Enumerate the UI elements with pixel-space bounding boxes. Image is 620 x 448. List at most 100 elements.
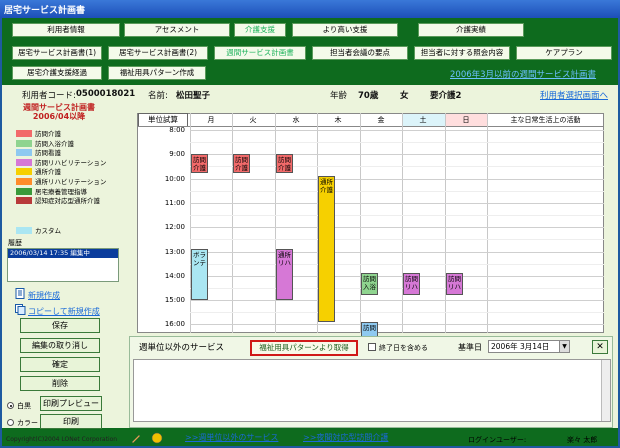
legend-label: カスタム — [35, 227, 61, 235]
tab-weekly-plan[interactable]: 週間サービス計画書 — [214, 46, 306, 60]
service-block[interactable]: 通所介護 — [318, 176, 335, 322]
user-age: 70歳 — [358, 91, 379, 101]
delete-button[interactable]: 削除 — [20, 376, 100, 391]
non-weekly-services-link[interactable]: >>週単位以外のサービス — [185, 432, 278, 443]
hour-label: 10:00 — [164, 175, 185, 183]
legend-label: 訪問リハビリテーション — [35, 158, 107, 167]
cancel-edit-button[interactable]: 編集の取り消し — [20, 338, 100, 353]
login-user-label: ログインユーザー: — [468, 436, 527, 444]
activities-header: 主な日常生活上の活動 — [510, 116, 581, 124]
legend-swatch — [16, 187, 32, 195]
tab-care-plan[interactable]: ケアプラン — [516, 46, 612, 60]
color-radio-label: カラー — [17, 419, 38, 427]
user-select-link[interactable]: 利用者選択画面へ — [540, 89, 608, 101]
help-icon — [151, 432, 163, 444]
hour-gridline — [190, 252, 604, 253]
base-date-select[interactable]: 2006年 3月14日 ▼ — [488, 340, 570, 353]
vertical-scrollbar[interactable] — [601, 360, 610, 421]
hour-label: 13:00 — [164, 248, 185, 256]
user-age-label: 年齢 — [330, 91, 348, 101]
hour-gridline — [190, 203, 604, 204]
base-date-label: 基準日 — [458, 343, 482, 352]
half-hour-gridline — [190, 191, 604, 192]
day-header: 火 — [249, 116, 257, 124]
half-hour-gridline — [190, 215, 604, 216]
legend-swatch — [16, 130, 32, 137]
user-code: 0500018021 — [76, 89, 136, 99]
include-end-date-label: 終了日を含める — [379, 344, 428, 352]
non-weekly-list[interactable] — [133, 359, 611, 422]
copy-new-plan-link[interactable]: コピーして新規作成 — [28, 306, 100, 317]
hour-gridline — [190, 154, 604, 155]
new-plan-link[interactable]: 新規作成 — [28, 290, 60, 301]
weekly-plan-title-line1: 週間サービス計画書 — [23, 103, 95, 112]
mono-radio[interactable] — [7, 402, 14, 409]
service-block[interactable]: 訪問リハ — [403, 273, 420, 295]
user-code-label: 利用者コード: — [22, 91, 76, 101]
color-radio[interactable] — [7, 419, 14, 426]
service-block[interactable]: 訪問入浴 — [361, 273, 378, 295]
service-block[interactable]: 通所リハ — [276, 249, 293, 300]
service-block[interactable]: 訪問介護 — [191, 154, 208, 173]
close-button[interactable]: ✕ — [592, 340, 608, 354]
day-header: 木 — [334, 116, 342, 124]
unit-calc-button[interactable]: 単位試算 — [138, 113, 188, 127]
tab-welfare-pattern[interactable]: 福祉用具パターン作成 — [108, 66, 206, 80]
tab-support-progress[interactable]: 居宅介護支援経過 — [12, 66, 102, 80]
hour-gridline — [190, 179, 604, 180]
service-block[interactable]: 訪問 — [361, 322, 378, 337]
day-header: 水 — [292, 116, 300, 124]
legend-swatch — [16, 197, 32, 205]
hour-label: 12:00 — [164, 223, 185, 231]
legend-item: カスタム — [16, 227, 61, 235]
tab-care-records[interactable]: 介護実績 — [418, 23, 524, 37]
non-weekly-title: 週単位以外のサービス — [139, 343, 225, 353]
history-list[interactable]: 2006/03/14 17:35 編集中 — [7, 248, 119, 282]
pencil-icon — [131, 434, 141, 444]
get-from-welfare-pattern-button[interactable]: 福祉用具パターンより取得 — [250, 340, 358, 356]
hour-gridline — [190, 276, 604, 277]
old-weekly-plan-link[interactable]: 2006年3月以前の週間サービス計画書 — [450, 68, 596, 80]
hour-gridline — [190, 300, 604, 301]
hour-label: 8:00 — [169, 126, 185, 134]
service-block[interactable]: 訪問介護 — [276, 154, 293, 173]
legend-label: 認知症対応型通所介護 — [35, 197, 100, 206]
service-block[interactable]: 訪問リハ — [446, 273, 463, 295]
include-end-date-checkbox[interactable] — [368, 343, 376, 351]
chevron-down-icon[interactable]: ▼ — [559, 341, 569, 352]
legend-swatch — [16, 227, 32, 234]
tab-home-plan-2[interactable]: 居宅サービス計画書(2) — [108, 46, 208, 60]
legend-swatch — [16, 168, 32, 176]
tab-higher-support[interactable]: より高い支援 — [292, 23, 398, 37]
legend-item: 通所リハビリテーション — [16, 178, 106, 186]
tab-user-info[interactable]: 利用者情報 — [12, 23, 120, 37]
tab-home-plan-1[interactable]: 居宅サービス計画書(1) — [12, 46, 102, 60]
day-header: 日 — [462, 116, 470, 124]
confirm-button[interactable]: 確定 — [20, 357, 100, 372]
half-hour-gridline — [190, 312, 604, 313]
tab-care-support[interactable]: 介護支援 — [234, 23, 286, 37]
legend-label: 居宅療養管理指導 — [35, 187, 87, 196]
legend-item: 通所介護 — [16, 168, 61, 176]
tab-inquiry-content[interactable]: 担当者に対する照会内容 — [414, 46, 510, 60]
legend-label: 訪問看護 — [35, 149, 61, 158]
tab-assessment[interactable]: アセスメント — [124, 23, 230, 37]
hour-label: 11:00 — [164, 199, 185, 207]
service-block[interactable]: ボランテ — [191, 249, 208, 300]
legend-swatch — [16, 158, 32, 166]
mono-radio-label: 白黒 — [17, 402, 31, 410]
night-visit-care-link[interactable]: >>夜間対応型訪問介護 — [303, 432, 388, 443]
copy-document-icon — [15, 304, 26, 315]
new-document-icon — [15, 288, 25, 299]
day-header: 月 — [207, 116, 215, 124]
save-button[interactable]: 保存 — [20, 318, 100, 333]
day-header: 金 — [377, 116, 385, 124]
print-preview-button[interactable]: 印刷プレビュー — [40, 396, 102, 411]
print-button[interactable]: 印刷 — [40, 414, 102, 429]
hour-label: 16:00 — [164, 320, 185, 328]
hour-label: 14:00 — [164, 272, 185, 280]
history-entry[interactable]: 2006/03/14 17:35 編集中 — [8, 249, 118, 258]
tab-meeting-points[interactable]: 担当者会議の要点 — [312, 46, 408, 60]
half-hour-gridline — [190, 239, 604, 240]
service-block[interactable]: 訪問介護 — [233, 154, 250, 173]
